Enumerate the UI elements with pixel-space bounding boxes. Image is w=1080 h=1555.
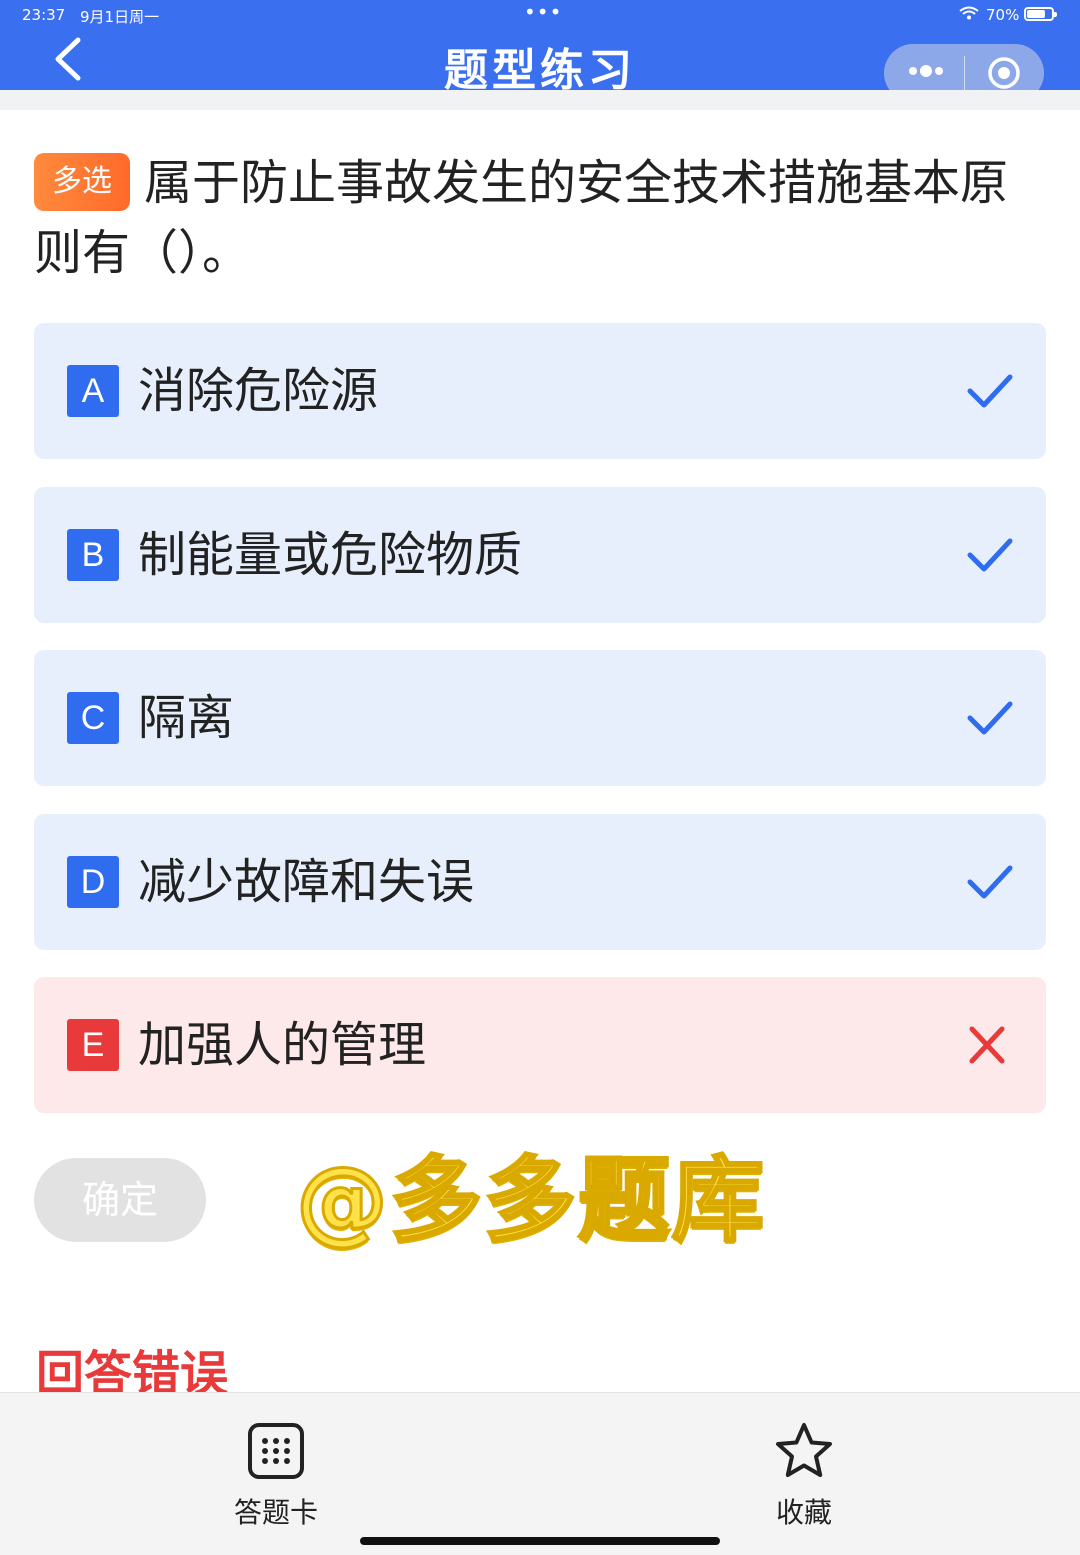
option-text: 消除危险源	[138, 363, 379, 419]
check-icon	[964, 860, 1014, 904]
bottom-toolbar: 答题卡 收藏	[0, 1392, 1080, 1555]
grid-icon	[246, 1421, 306, 1481]
tab-favorite[interactable]: 收藏	[744, 1421, 864, 1531]
option-text: 隔离	[138, 690, 235, 746]
option-text: 制能量或危险物质	[138, 527, 523, 583]
header-separator	[0, 90, 1080, 110]
watermark: @多多题库	[294, 1146, 767, 1256]
option-letter: D	[67, 856, 119, 908]
target-icon[interactable]	[987, 56, 1021, 90]
multitask-dots-icon[interactable]: •••	[524, 0, 562, 24]
cross-icon	[964, 1023, 1014, 1067]
tab-label: 答题卡	[233, 1496, 318, 1529]
option-a[interactable]: A 消除危险源	[34, 323, 1046, 459]
option-letter: B	[67, 529, 119, 581]
option-letter: C	[67, 692, 119, 744]
option-text: 加强人的管理	[138, 1017, 427, 1073]
option-d[interactable]: D 减少故障和失误	[34, 814, 1046, 950]
battery-percent: 70%	[986, 6, 1020, 24]
star-icon	[774, 1421, 834, 1481]
status-bar: 23:37 9月1日周一 ••• 70%	[0, 0, 1080, 30]
option-text: 减少故障和失误	[138, 854, 475, 910]
check-icon	[964, 369, 1014, 413]
option-c[interactable]: C 隔离	[34, 650, 1046, 786]
question-stem: 多选 属于防止事故发生的安全技术措施基本原则有（）。	[34, 148, 1054, 288]
navigation-bar: 题型练习	[0, 30, 1080, 102]
question-text: 属于防止事故发生的安全技术措施基本原则有（）。	[34, 155, 1009, 281]
more-dots-icon[interactable]	[906, 56, 946, 86]
capsule-divider	[964, 56, 965, 90]
wifi-icon	[958, 5, 980, 25]
question-type-tag: 多选	[34, 153, 130, 211]
tab-label: 收藏	[775, 1496, 832, 1529]
confirm-button[interactable]: 确定	[34, 1158, 206, 1242]
status-date: 9月1日周一	[80, 8, 160, 26]
option-letter: A	[67, 365, 119, 417]
option-letter: E	[67, 1019, 119, 1071]
status-time: 23:37	[22, 6, 66, 24]
check-icon	[964, 533, 1014, 577]
option-b[interactable]: B 制能量或危险物质	[34, 487, 1046, 623]
home-indicator[interactable]	[360, 1537, 720, 1545]
battery-icon	[1024, 7, 1057, 21]
check-icon	[964, 696, 1014, 740]
option-e[interactable]: E 加强人的管理	[34, 977, 1046, 1113]
tab-answer-card[interactable]: 答题卡	[216, 1421, 336, 1531]
